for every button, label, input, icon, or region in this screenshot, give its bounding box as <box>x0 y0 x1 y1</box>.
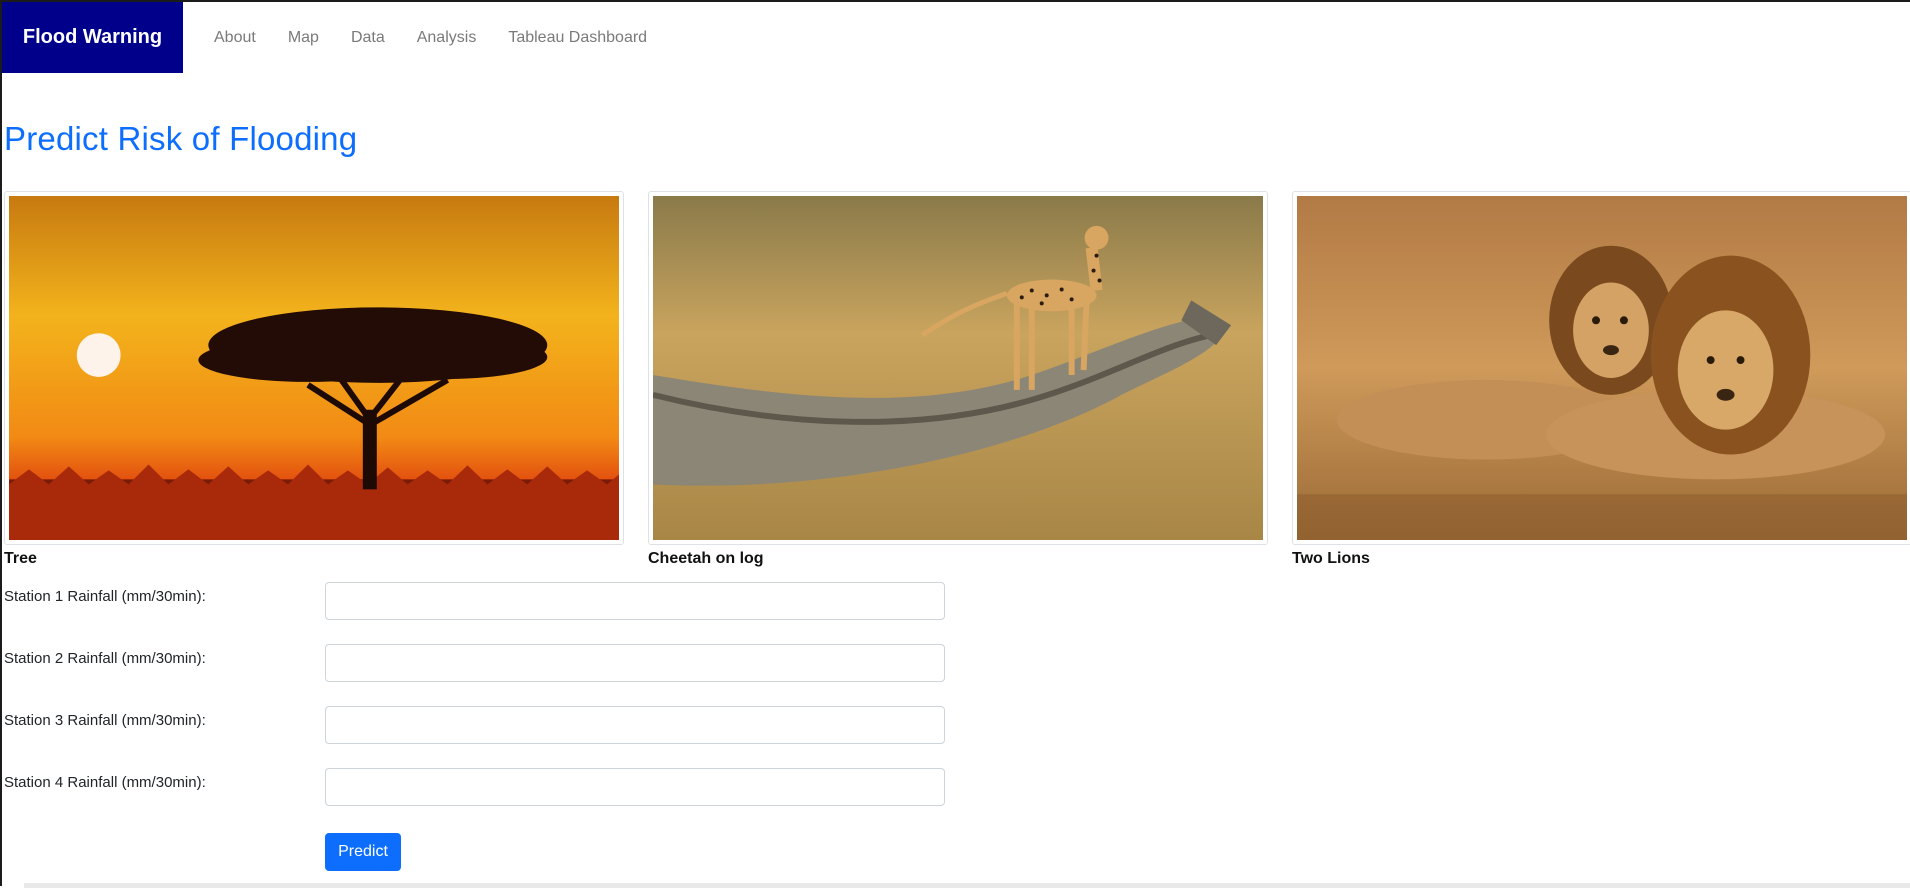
station-4-rainfall-input[interactable] <box>325 768 945 806</box>
nav-link-about[interactable]: About <box>198 29 272 47</box>
tree-image <box>4 191 624 545</box>
page-title: Predict Risk of Flooding <box>4 120 358 157</box>
navbar: Flood Warning About Map Data Analysis Ta… <box>2 2 1910 74</box>
station-2-label: Station 2 Rainfall (mm/30min): <box>4 650 206 667</box>
lions-caption: Two Lions <box>1292 550 1370 567</box>
station-4-label: Station 4 Rainfall (mm/30min): <box>4 774 206 791</box>
station-2-row: Station 2 Rainfall (mm/30min): <box>2 644 962 684</box>
nav-link-analysis[interactable]: Analysis <box>401 29 493 47</box>
nav-link-map[interactable]: Map <box>272 29 335 47</box>
nav-link-data[interactable]: Data <box>335 29 401 47</box>
station-3-rainfall-input[interactable] <box>325 706 945 744</box>
cheetah-caption: Cheetah on log <box>648 550 764 567</box>
station-2-rainfall-input[interactable] <box>325 644 945 682</box>
gallery-card-tree: Tree <box>4 191 628 568</box>
tree-caption: Tree <box>4 550 37 567</box>
brand-link[interactable]: Flood Warning <box>2 2 183 73</box>
nav-link-tableau-dashboard[interactable]: Tableau Dashboard <box>492 29 663 47</box>
station-4-row: Station 4 Rainfall (mm/30min): <box>2 768 962 808</box>
station-1-row: Station 1 Rainfall (mm/30min): <box>2 582 962 622</box>
nav-links: About Map Data Analysis Tableau Dashboar… <box>198 2 663 73</box>
gallery-card-cheetah: Cheetah on log <box>648 191 1272 568</box>
predict-button[interactable]: Predict <box>325 833 401 871</box>
station-3-label: Station 3 Rainfall (mm/30min): <box>4 712 206 729</box>
cheetah-image <box>648 191 1268 545</box>
station-1-rainfall-input[interactable] <box>325 582 945 620</box>
gallery-card-lions: Two Lions <box>1292 191 1910 568</box>
image-gallery: Tree Cheetah on log Two Lions <box>2 191 1910 571</box>
station-3-row: Station 3 Rainfall (mm/30min): <box>2 706 962 746</box>
lions-image <box>1292 191 1910 545</box>
station-1-label: Station 1 Rainfall (mm/30min): <box>4 588 206 605</box>
